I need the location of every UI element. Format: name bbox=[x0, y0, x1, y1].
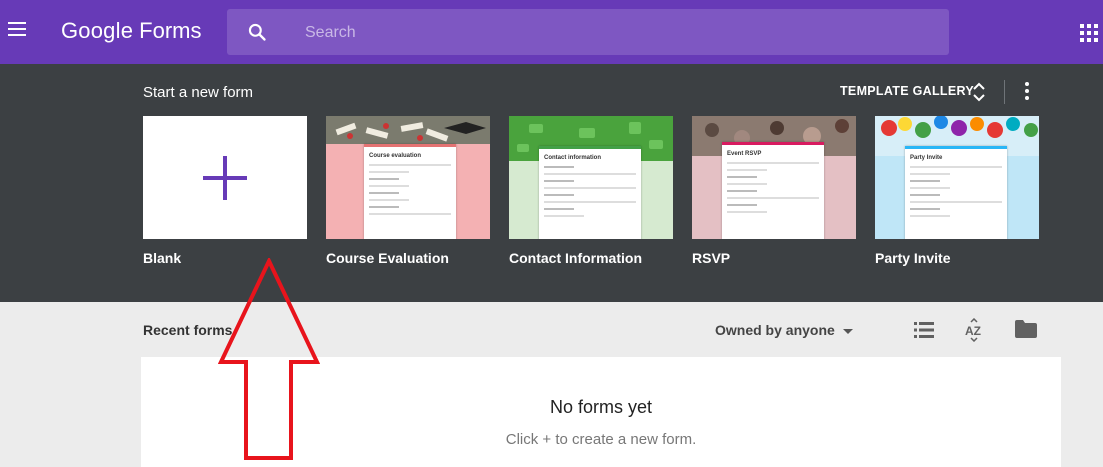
logo-product-text: Forms bbox=[139, 18, 202, 43]
search-input[interactable] bbox=[303, 9, 927, 57]
app-logo[interactable]: Google Forms bbox=[61, 18, 201, 44]
logo-google-text: Google bbox=[61, 18, 134, 43]
form-preview-card: Contact information bbox=[539, 146, 641, 239]
template-label: Course Evaluation bbox=[326, 250, 449, 266]
form-preview-card: Party Invite bbox=[905, 146, 1007, 239]
template-course-evaluation[interactable]: Course evaluation Course Evaluation bbox=[326, 116, 490, 266]
dropdown-caret-icon bbox=[842, 328, 853, 334]
unfold-icon[interactable] bbox=[971, 80, 987, 104]
plus-icon bbox=[203, 156, 247, 200]
form-preview-card: Course evaluation bbox=[364, 144, 456, 239]
search-box[interactable] bbox=[227, 9, 949, 57]
template-thumbnail[interactable] bbox=[143, 116, 307, 239]
apps-grid-icon[interactable] bbox=[1080, 24, 1098, 42]
template-thumbnail[interactable]: Contact information bbox=[509, 116, 673, 239]
template-thumbnail[interactable]: Party Invite bbox=[875, 116, 1039, 239]
toolbar-divider bbox=[1004, 80, 1005, 104]
owner-filter-dropdown[interactable]: Owned by anyone bbox=[715, 322, 853, 338]
template-rsvp[interactable]: Event RSVP RSVP bbox=[692, 116, 856, 266]
template-gallery-button[interactable]: TEMPLATE GALLERY bbox=[840, 84, 974, 98]
red-annotation-arrow-icon bbox=[218, 258, 320, 460]
form-preview-card: Event RSVP bbox=[722, 142, 824, 239]
folder-icon[interactable] bbox=[1015, 320, 1037, 338]
template-blank[interactable]: Blank bbox=[143, 116, 307, 266]
template-label: RSVP bbox=[692, 250, 731, 266]
template-thumbnail[interactable]: Event RSVP bbox=[692, 116, 856, 239]
more-vert-icon[interactable] bbox=[1020, 80, 1034, 102]
search-icon[interactable] bbox=[247, 22, 267, 42]
form-preview-title: Event RSVP bbox=[727, 151, 762, 157]
top-app-bar: Google Forms bbox=[0, 0, 1103, 64]
form-preview-title: Course evaluation bbox=[369, 153, 422, 159]
hamburger-menu-icon[interactable] bbox=[8, 22, 26, 42]
template-section: Start a new form TEMPLATE GALLERY Blank bbox=[0, 64, 1103, 302]
template-label: Party Invite bbox=[875, 250, 951, 266]
template-thumbnail[interactable]: Course evaluation bbox=[326, 116, 490, 239]
form-preview-title: Contact information bbox=[544, 155, 601, 161]
owner-filter-label: Owned by anyone bbox=[715, 322, 835, 338]
graduation-photo bbox=[326, 116, 490, 144]
list-view-icon[interactable] bbox=[914, 321, 934, 339]
start-new-form-heading: Start a new form bbox=[143, 84, 254, 101]
template-contact-information[interactable]: Contact information Contact Information bbox=[509, 116, 673, 266]
template-party-invite[interactable]: Party Invite Party Invite bbox=[875, 116, 1039, 266]
svg-text:AZ: AZ bbox=[965, 324, 981, 338]
form-preview-title: Party Invite bbox=[910, 155, 943, 161]
sort-az-icon[interactable]: AZ bbox=[963, 318, 985, 342]
template-label: Contact Information bbox=[509, 250, 642, 266]
